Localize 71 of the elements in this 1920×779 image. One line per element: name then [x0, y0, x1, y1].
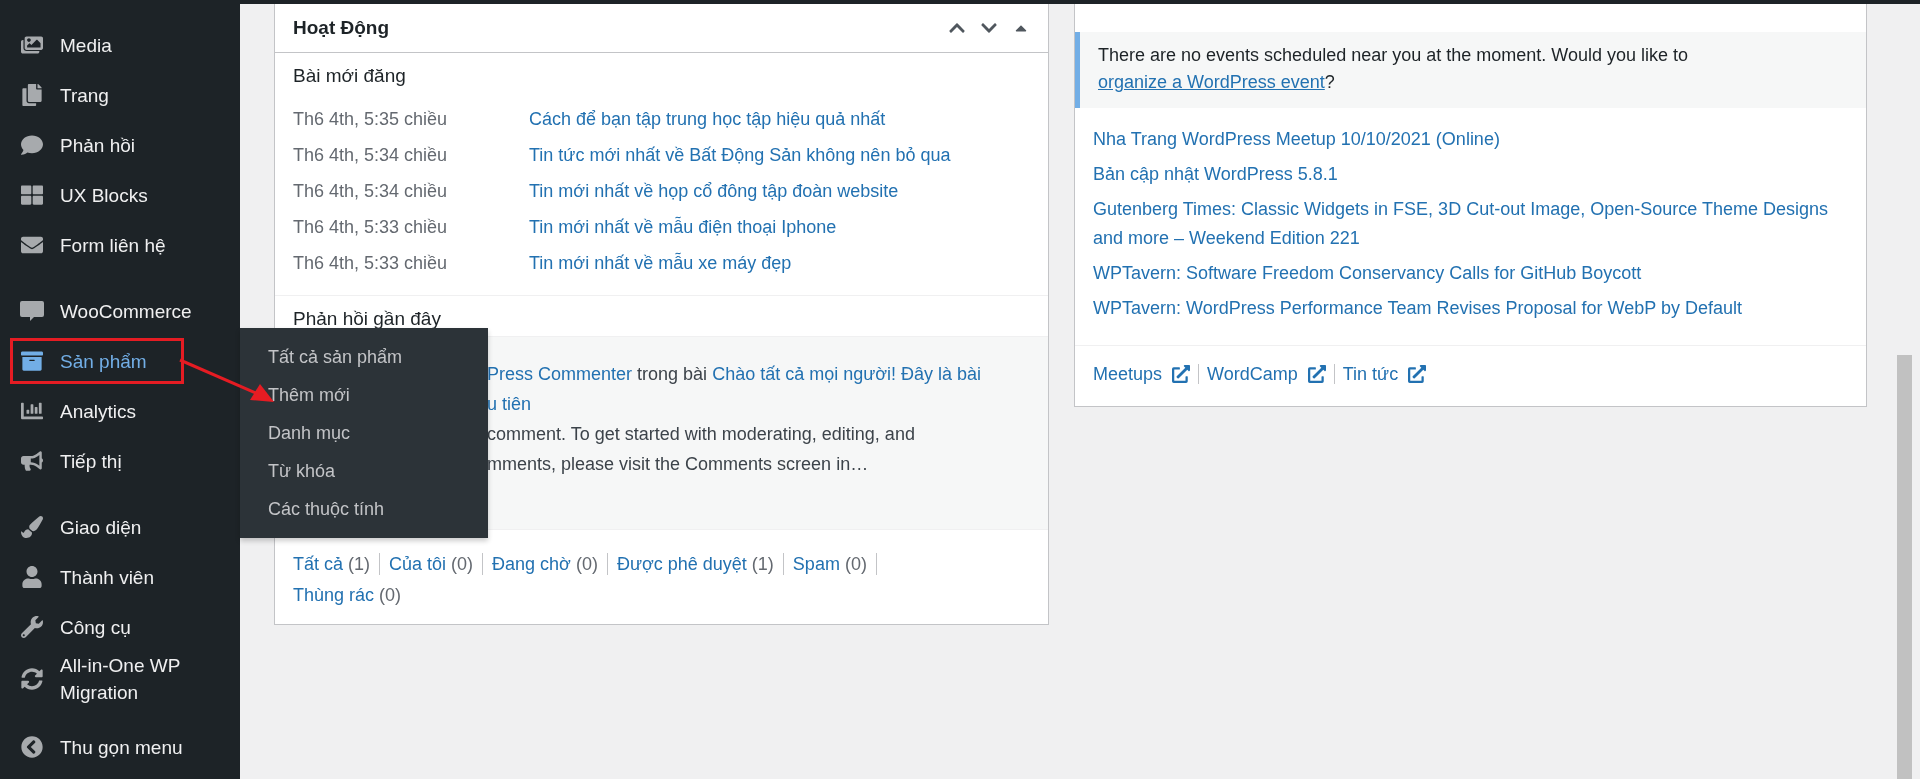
sidebar-item[interactable]: Giao diện [0, 502, 240, 552]
sidebar-item[interactable]: Thu gọn menu [0, 722, 240, 772]
sidebar-item[interactable]: Thành viên [0, 552, 240, 602]
submenu-item[interactable]: Thêm mới [240, 376, 488, 414]
news-link[interactable]: WPTavern: WordPress Performance Team Revises Proposal for WebP by Default [1093, 294, 1848, 323]
sidebar-item[interactable]: Media [0, 20, 240, 70]
filter-link[interactable]: Được phê duyệt [616, 544, 747, 584]
news-link[interactable]: WPTavern: Software Freedom Conservancy Calls for GitHub Boycott [1093, 259, 1848, 288]
author-link[interactable]: Press Commenter [487, 364, 633, 384]
news-link[interactable]: Gutenberg Times: Classic Widgets in FSE, 3D Cut-out Image, Open-Source Theme Designs and more – Weekend Edition 221 [1093, 195, 1848, 253]
filter-count: (0) [575, 553, 598, 576]
sidebar-item[interactable]: Phản hồi [0, 120, 240, 170]
card-title: Hoạt Động [293, 17, 390, 39]
external-link-icon [1172, 365, 1191, 383]
wrench-icon [18, 615, 46, 639]
filter-count: (1) [751, 553, 774, 576]
grid-icon [18, 183, 46, 207]
images-icon [18, 33, 46, 57]
filter-link[interactable]: Của tôi [389, 544, 447, 584]
refresh-icon [18, 667, 46, 691]
sidebar-item[interactable]: Công cụ [0, 602, 240, 652]
comment-meta-text: trong bài [637, 364, 708, 384]
post-date: Th6 4th, 5:33 chiều [293, 216, 449, 238]
archive-box-icon [18, 349, 46, 373]
footer-link[interactable]: WordCamp [1198, 364, 1334, 384]
submenu-item[interactable]: Từ khóa [240, 452, 488, 490]
sidebar-item[interactable]: Trang [0, 70, 240, 120]
post-date: Th6 4th, 5:34 chiều [293, 144, 449, 166]
sidebar-item[interactable]: All-in-One WP Migration [0, 652, 240, 706]
events-notice: There are no events scheduled near you at the moment. Would you like to organize a WordPress event? [1075, 32, 1866, 108]
post-date: Th6 4th, 5:33 chiều [293, 252, 449, 274]
filter-link[interactable]: Đang chờ [492, 544, 571, 584]
external-link-icon [1408, 365, 1427, 383]
sidebar-item[interactable]: Form liên hệ [0, 220, 240, 270]
footer-link[interactable]: Tin tức [1333, 364, 1435, 384]
collapse-icon [18, 735, 46, 759]
speech-bubble-icon [18, 133, 46, 157]
megaphone-icon [18, 449, 46, 473]
post-link[interactable]: Tin mới nhất về mẫu xe máy đẹp [529, 252, 792, 273]
submenu-item[interactable]: Các thuộc tính [240, 490, 488, 528]
comment-excerpt: mments, please visit the Comments screen in… [487, 454, 869, 474]
woo-icon [18, 299, 46, 323]
section-title: Phản hồi gần đây [293, 308, 442, 330]
post-link[interactable]: u tiên [487, 394, 532, 414]
footer-link[interactable]: Meetups [1093, 364, 1199, 384]
scrollbar-thumb[interactable] [1897, 355, 1912, 779]
news-link[interactable]: Nha Trang WordPress Meetup 10/10/2021 (Online) [1093, 125, 1848, 154]
post-link[interactable]: Cách để bạn tập trung học tập hiệu quả nhất [529, 108, 886, 129]
section-title: Bài mới đăng [293, 65, 407, 87]
organize-event-link[interactable]: organize a WordPress event [1098, 72, 1325, 92]
post-link[interactable]: Tin mới nhất về mẫu điện thoại Iphone [529, 216, 837, 237]
sidebar-item[interactable]: UX Blocks [0, 170, 240, 220]
post-link[interactable]: Chào tất cả mọi người! Đây là bài [712, 364, 982, 384]
filter-count: (1) [348, 553, 371, 576]
comment-excerpt: comment. To get started with moderating, editing, and [487, 424, 915, 444]
post-date: Th6 4th, 5:35 chiều [293, 108, 449, 130]
sidebar-item[interactable]: WooCommerce [0, 286, 240, 336]
submenu-item[interactable]: Tất cả sản phẩm [240, 338, 488, 376]
filter-count: (0) [379, 584, 402, 607]
sidebar-item[interactable]: Tiếp thị [0, 436, 240, 486]
external-link-icon [1307, 365, 1326, 383]
filter-count: (0) [451, 553, 474, 576]
post-date: Th6 4th, 5:34 chiều [293, 180, 449, 202]
filter-link[interactable]: Spam [792, 544, 840, 584]
news-link[interactable]: Bản cập nhật WordPress 5.8.1 [1093, 160, 1848, 189]
paintbrush-icon [18, 515, 46, 539]
filter-count: (0) [844, 553, 867, 576]
submenu-item[interactable]: Danh mục [240, 414, 488, 452]
sidebar-item[interactable]: Analytics [0, 386, 240, 436]
post-link[interactable]: Tin mới nhất về họp cổ đông tập đoàn website [529, 180, 899, 201]
post-link[interactable]: Tin tức mới nhất về Bất Động Sản không nên bỏ qua [529, 144, 951, 165]
